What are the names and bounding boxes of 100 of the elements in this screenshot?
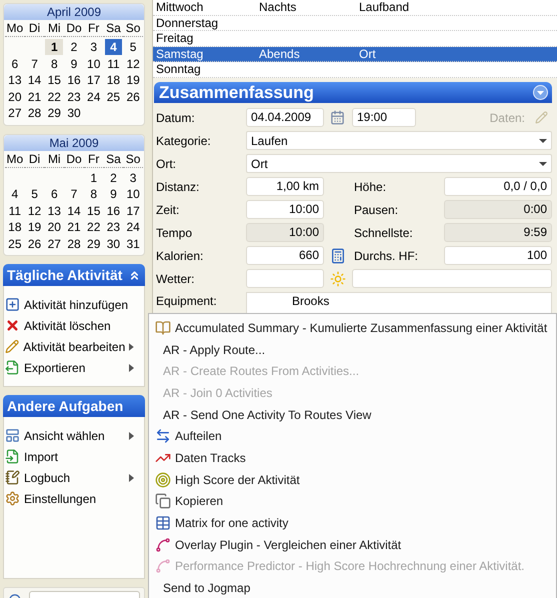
calendar-day[interactable]: 3: [84, 39, 103, 55]
input-field[interactable]: 0,0 / 0,0: [444, 177, 552, 196]
menu-item[interactable]: High Score der Aktivität: [149, 468, 556, 490]
menu-item[interactable]: Daten Tracks: [149, 447, 556, 469]
calendar-day[interactable]: 18: [6, 219, 24, 235]
calendar-day[interactable]: 18: [104, 72, 122, 88]
input-field[interactable]: 660: [246, 246, 324, 265]
calendar-day[interactable]: 2: [104, 170, 122, 186]
calendar-day[interactable]: 7: [65, 186, 83, 202]
calendar-day[interactable]: 6: [45, 186, 64, 202]
calendar-day[interactable]: 30: [104, 236, 122, 252]
calendar-day[interactable]: 23: [104, 219, 122, 235]
table-row[interactable]: Mittwoch Nachts Laufband: [153, 0, 557, 16]
calendar-day[interactable]: 30: [65, 105, 83, 121]
task-item[interactable]: Logbuch: [5, 467, 142, 488]
calendar-day[interactable]: 9: [104, 186, 122, 202]
input-field[interactable]: 10:00: [246, 223, 324, 242]
input-field[interactable]: 10:00: [246, 200, 324, 219]
task-pane-header[interactable]: Andere Aufgaben: [3, 395, 145, 417]
table-row[interactable]: Samstag Abends Ort: [153, 46, 557, 62]
menu-item[interactable]: Send to Jogmap: [149, 577, 556, 598]
task-item[interactable]: Aktivität bearbeiten: [5, 336, 142, 357]
table-row[interactable]: Donnerstag: [153, 16, 557, 32]
calendar-day[interactable]: 11: [104, 56, 122, 72]
calendar-day[interactable]: 20: [45, 219, 64, 235]
calendar-day[interactable]: 1: [45, 39, 64, 55]
input-field[interactable]: 1,00 km: [246, 177, 324, 196]
calendar-day[interactable]: 10: [124, 186, 142, 202]
calendar-day[interactable]: 3: [124, 170, 142, 186]
calendar-day[interactable]: 25: [104, 88, 122, 104]
calendar-day[interactable]: 16: [65, 72, 83, 88]
menu-item[interactable]: Overlay Plugin - Vergleichen einer Aktivität: [149, 534, 556, 556]
date-field[interactable]: 04.04.2009: [246, 108, 324, 127]
input-field[interactable]: 9:59: [444, 223, 552, 242]
calendar-day[interactable]: 17: [84, 72, 103, 88]
calendar-day[interactable]: 16: [104, 202, 122, 218]
menu-item[interactable]: Kopieren: [149, 490, 556, 512]
calendar-day[interactable]: 31: [124, 236, 142, 252]
task-item[interactable]: Import: [5, 446, 142, 467]
calendar-day[interactable]: 8: [45, 56, 64, 72]
pencil-icon[interactable]: [535, 111, 548, 124]
calendar-day[interactable]: 28: [65, 236, 83, 252]
calendar-day[interactable]: 12: [26, 202, 44, 218]
menu-item[interactable]: AR - Send One Activity To Routes View: [149, 404, 556, 426]
calendar-day[interactable]: 5: [26, 186, 44, 202]
task-item[interactable]: Einstellungen: [5, 488, 142, 509]
calendar-day[interactable]: 14: [26, 72, 44, 88]
calendar-day[interactable]: 11: [6, 202, 24, 218]
collapse-icon[interactable]: [128, 268, 141, 282]
input-field[interactable]: [352, 269, 552, 288]
calendar-day[interactable]: 29: [45, 105, 64, 121]
calendar-day[interactable]: 13: [6, 72, 24, 88]
calendar-day[interactable]: 7: [26, 56, 44, 72]
calendar-day[interactable]: 21: [26, 88, 44, 104]
calendar-day[interactable]: 5: [124, 39, 142, 55]
calendar-day[interactable]: 2: [65, 39, 83, 55]
calendar-day[interactable]: 1: [84, 170, 103, 186]
calendar-day[interactable]: 6: [6, 56, 24, 72]
calendar-day[interactable]: 19: [26, 219, 44, 235]
calendar-day[interactable]: 20: [6, 88, 24, 104]
calendar-day[interactable]: 22: [84, 219, 103, 235]
calendar-day[interactable]: 4: [104, 39, 122, 55]
calendar-day[interactable]: 26: [26, 236, 44, 252]
time-field[interactable]: 19:00: [352, 108, 416, 127]
sun-icon[interactable]: [330, 270, 346, 286]
menu-item[interactable]: Aufteilen: [149, 425, 556, 448]
calendar-day[interactable]: 26: [124, 88, 142, 104]
input-field[interactable]: 0:00: [444, 200, 552, 219]
input-field[interactable]: 100: [444, 246, 552, 265]
dropdown-field[interactable]: Ort: [246, 154, 552, 173]
calendar-day[interactable]: 21: [65, 219, 83, 235]
calendar-icon[interactable]: [330, 110, 345, 125]
calendar-day[interactable]: 17: [124, 202, 142, 218]
calendar-day[interactable]: 24: [124, 219, 142, 235]
calendar-day[interactable]: 28: [26, 105, 44, 121]
collapse-icon[interactable]: [533, 85, 548, 100]
calendar-day[interactable]: 22: [45, 88, 64, 104]
calendar-day[interactable]: 24: [84, 88, 103, 104]
calendar-day[interactable]: 27: [45, 236, 64, 252]
calendar-day[interactable]: 29: [84, 236, 103, 252]
task-item[interactable]: Ansicht wählen: [5, 425, 142, 446]
calendar-day[interactable]: 10: [84, 56, 103, 72]
calendar-day[interactable]: 4: [6, 186, 24, 202]
calendar-day[interactable]: 12: [124, 56, 142, 72]
calendar-day[interactable]: 15: [84, 202, 103, 218]
input-field[interactable]: [246, 269, 324, 288]
table-row[interactable]: Freitag: [153, 31, 557, 47]
menu-item[interactable]: Matrix for one activity: [149, 512, 556, 534]
calendar-day[interactable]: 19: [124, 72, 142, 88]
task-item[interactable]: Aktivität löschen: [5, 315, 142, 336]
task-item[interactable]: Aktivität hinzufügen: [5, 294, 142, 315]
menu-item[interactable]: AR - Apply Route...: [149, 338, 556, 360]
calendar-day[interactable]: 25: [6, 236, 24, 252]
calendar-day[interactable]: 14: [65, 202, 83, 218]
task-pane-header[interactable]: Tägliche Aktivität: [3, 264, 145, 286]
calendar-day[interactable]: 15: [45, 72, 64, 88]
calendar-day[interactable]: 8: [84, 186, 103, 202]
calendar-day[interactable]: 13: [45, 202, 64, 218]
dropdown-field[interactable]: Laufen: [246, 131, 552, 150]
task-item[interactable]: Exportieren: [5, 357, 142, 378]
